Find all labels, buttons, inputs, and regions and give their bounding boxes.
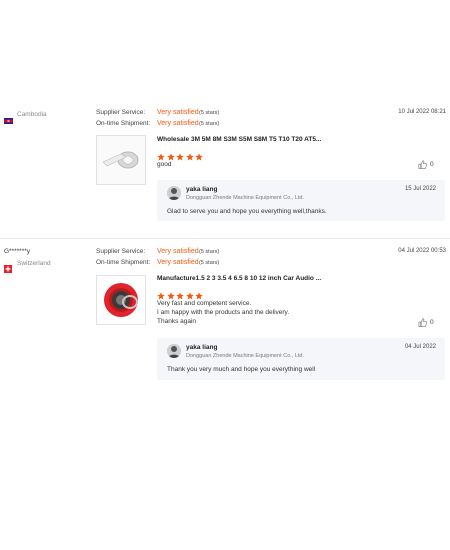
supplier-service-stars: (5 stars)	[199, 110, 220, 116]
like-count: 0	[430, 319, 434, 326]
star-icon	[176, 153, 184, 161]
product-title[interactable]: Wholesale 3M 5M 8M S3M S5M S8M T5 T10 T2…	[157, 136, 357, 143]
review-date: 04 Jul 2022 00:53	[398, 248, 446, 254]
shipment-label: On-time Shipment:	[96, 120, 151, 127]
like-button[interactable]: 0	[418, 318, 434, 327]
supplier-reply: yaka liang Dongguan Zhende Machine Equip…	[157, 180, 445, 221]
supplier-service-stars: (5 stars)	[199, 249, 220, 255]
avatar-icon	[167, 186, 181, 200]
reply-author: yaka liang	[186, 186, 218, 193]
shipment-value: Very satisfied	[157, 120, 199, 127]
thumbs-up-icon	[418, 318, 427, 327]
reply-text: Glad to serve you and hope you everythin…	[167, 208, 327, 215]
reply-company: Dongguan Zhende Machine Equipment Co., L…	[186, 195, 305, 201]
supplier-service-label: Supplier Service:	[96, 109, 146, 116]
shipment-value: Very satisfied	[157, 259, 199, 266]
reply-author: yaka liang	[186, 344, 218, 351]
like-count: 0	[430, 161, 434, 168]
cambodia-flag-icon	[4, 118, 13, 124]
supplier-service-value: Very satisfied	[157, 109, 199, 116]
review-comment-line: Thanks again	[157, 318, 197, 325]
buyer-country: Switzerland	[17, 260, 51, 267]
shipment-stars: (5 stars)	[199, 121, 220, 127]
supplier-service-value: Very satisfied	[157, 248, 199, 255]
buyer-name: G*******y	[4, 248, 31, 255]
avatar	[167, 186, 181, 200]
shipment-stars: (5 stars)	[199, 260, 220, 266]
supplier-service-label: Supplier Service:	[96, 248, 146, 255]
product-image[interactable]	[96, 135, 146, 185]
reply-date: 04 Jul 2022	[404, 344, 436, 350]
product-title[interactable]: Manufacture1.5 2 3 3.5 4 6.5 8 10 12 inc…	[157, 275, 357, 282]
like-button[interactable]: 0	[418, 160, 434, 169]
avatar	[167, 344, 181, 358]
supplier-reply: yaka liang Dongguan Zhende Machine Equip…	[157, 338, 445, 380]
country-flag	[4, 260, 12, 273]
review-divider	[0, 238, 450, 239]
review-comment: good	[157, 161, 172, 168]
review-date: 10 Jul 2022 08:21	[398, 109, 446, 115]
reply-date: 15 Jul 2022	[404, 186, 436, 192]
country-flag	[4, 111, 13, 124]
review-comment-line: I am happy with the products and the del…	[157, 309, 290, 316]
belt-roll-image	[97, 136, 145, 184]
review-comment-line: Very fast and competent service.	[157, 300, 252, 307]
reply-text: Thank you very much and hope you everyth…	[167, 366, 316, 373]
shipment-label: On-time Shipment:	[96, 259, 151, 266]
speaker-ring-image	[97, 276, 145, 324]
star-icon	[195, 153, 203, 161]
product-image[interactable]	[96, 275, 146, 325]
thumbs-up-icon	[418, 160, 427, 169]
star-icon	[185, 153, 194, 161]
reply-company: Dongguan Zhende Machine Equipment Co., L…	[186, 353, 305, 359]
buyer-country: Cambodia	[17, 111, 47, 118]
switzerland-flag-icon	[4, 265, 12, 273]
avatar-icon	[167, 344, 181, 358]
